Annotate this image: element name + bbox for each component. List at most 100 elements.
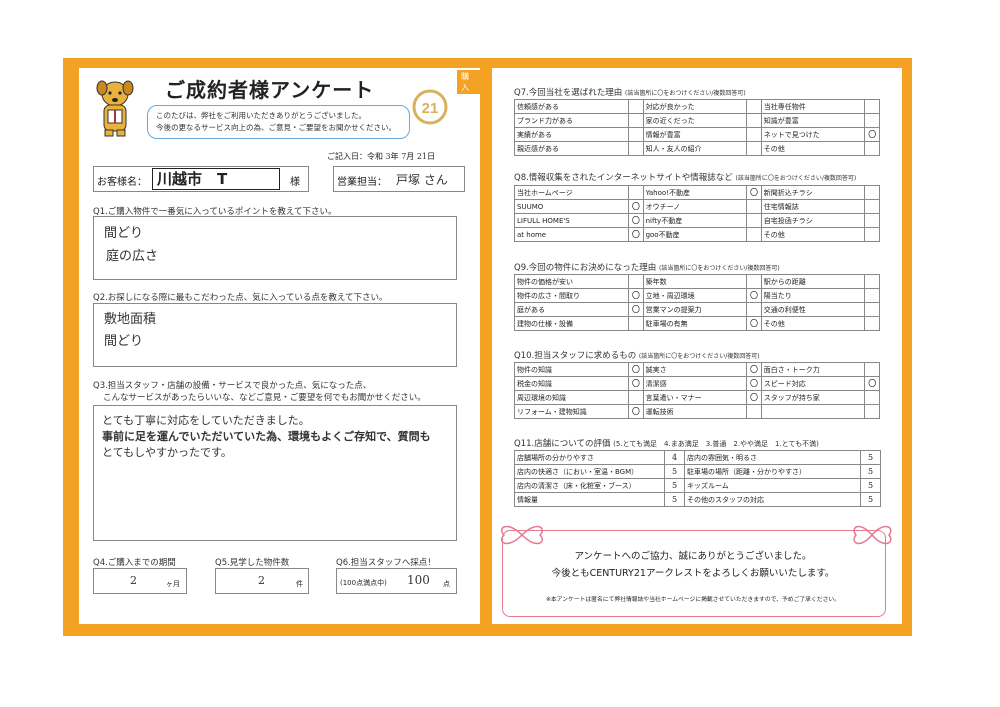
q10-mark: 〇 [628,362,644,377]
q7-option: 情報が豊富 [642,127,748,142]
q9-note: (該当箇所に〇をおつけください/複数回答可) [659,265,780,272]
q7-note: (該当箇所に〇をおつけください/複数回答可) [625,90,746,97]
q6-prefix: (100点満点中) [340,579,387,587]
customer-name-box: お客様名： 川越市 T 様 [93,166,309,192]
q2-answer-1: 敷地面積 [104,312,157,327]
q10-row: 周辺環境の知識 言葉遣い・マナー〇スタッフが持ち家 [513,390,880,405]
q10-option [760,404,866,419]
q9-option: 駐車場の有無 [642,316,748,331]
q7-mark [746,141,762,156]
q8-table: 当社ホームページ Yahoo!不動産〇新聞折込チラシ SUUMO 〇オウチーノ 住宅情報… [513,185,880,242]
q7-mark [864,99,880,114]
q3-answer-3: とてもしやすかったです。 [102,446,232,459]
q9-mark: 〇 [628,288,644,303]
q7-row: 実績がある 情報が豊富 ネットで見つけた〇 [513,127,880,142]
q9-mark [864,316,880,331]
q8-note: (該当箇所に〇をおつけください/複数回答可) [735,175,857,182]
q8-option: Yahoo!不動産 [642,185,748,200]
svg-text:21: 21 [422,100,439,117]
q10-option: スピード対応 [760,376,866,391]
q9-option: 立地・周辺環境 [642,288,748,303]
q1-answer-2: 庭の広さ [106,249,159,264]
q10-row: 物件の知識〇誠実さ〇面白さ・トーク力 [513,362,880,377]
q10-option: リフォーム・建物知識 [513,404,630,419]
q11-score: 5 [860,492,881,507]
q11-item: 店内の清潔さ（床・化粧室・ブース） [514,478,665,493]
q7-option: 信頼感がある [513,99,630,114]
q4-answer-box: 2 ヶ月 [93,568,187,594]
q8-row: at home 〇 goo不動産 その他 [513,227,880,242]
q10-option: スタッフが持ち家 [760,390,866,405]
q9-row: 建物の仕様・設備 駐車場の有無〇その他 [513,316,880,331]
q8-option: 住宅情報誌 [760,199,866,214]
q11-row: 店内の快適さ（におい・室温・BGM） 5 駐車場の場所（距離・分かりやすさ） 5 [514,464,881,479]
q11-score: 5 [664,464,685,479]
q8-mark: 〇 [628,199,644,214]
q11-score: 5 [664,478,685,493]
q8-row: LIFULL HOME'S 〇 nifty不動産 自宅投函チラシ [513,213,880,228]
q11-item: 店舗場所の分かりやすさ [514,450,665,465]
q9-row: 物件の価格が安い 築年数 駅からの距離 [513,274,880,289]
q11-row: 情報量 5 その他のスタッフの対応 5 [514,492,881,507]
q9-row: 物件の広さ・間取り〇立地・周辺環境〇陽当たり [513,288,880,303]
q7-mark [746,113,762,128]
q10-mark: 〇 [746,362,762,377]
q7-option: 対応が良かった [642,99,748,114]
q10-option: 言葉遣い・マナー [642,390,748,405]
q10-option: 誠実さ [642,362,748,377]
q11-scale: (5.とても満足 4.まあ満足 3.普通 2.やや満足 1.とても不満) [613,440,819,448]
q8-row: SUUMO 〇オウチーノ 住宅情報誌 [513,199,880,214]
footnote: ※本アンケートは匿名にて弊社情報誌や当社ホームページに掲載させていただきますので… [546,597,840,603]
q8-mark [864,199,880,214]
staff-label: 営業担当： [337,177,387,188]
left-panel: ご成約者様アンケート 購入 21 このたびは、弊社をご利用いただきありがとうござ… [79,68,480,624]
customer-name: 川越市 T [152,168,280,190]
q10-table: 物件の知識〇誠実さ〇面白さ・トーク力 税金の知識〇清潔感〇スピード対応〇周辺環境の… [513,362,880,419]
q9-row: 庭がある〇営業マンの提案力 交通の利便性 [513,302,880,317]
q9-mark [864,302,880,317]
date-day: 21 [416,152,428,161]
q6-value: 100 [407,573,430,587]
q11-row: 店舗場所の分かりやすさ 4 店内の雰囲気・明るさ 5 [514,450,881,465]
q7-option: その他 [760,141,866,156]
q9-mark [746,274,762,289]
q11-score: 5 [860,478,881,493]
q7-row: 親近感がある 知人・友人の紹介 その他 [513,141,880,156]
q9-option: 物件の広さ・間取り [513,288,630,303]
q11-item: キッズルーム [684,478,861,493]
q7-table: 信頼感がある 対応が良かった 当社専任物件 ブランド力がある 家の近くだった 知識が豊富実… [513,99,880,156]
q10-mark: 〇 [746,376,762,391]
q9-option: 庭がある [513,302,630,317]
q7-mark [628,141,644,156]
q10-title: Q10.担当スタッフに求めるもの [514,351,637,361]
q9-option: その他 [760,316,866,331]
q8-option: nifty不動産 [642,213,748,228]
q8-option: LIFULL HOME'S [513,213,630,228]
q9-option: 交通の利便性 [760,302,866,317]
q10-mark [864,362,880,377]
q9-mark [628,316,644,331]
q9-option: 建物の仕様・設備 [513,316,630,331]
staff-name: 戸塚 さん [396,173,448,187]
q11-row: 店内の清潔さ（床・化粧室・ブース） 5 キッズルーム 5 [514,478,881,493]
q9-option: 営業マンの提案力 [642,302,748,317]
q8-option: at home [513,227,630,242]
q8-mark [746,227,762,242]
q10-option: 税金の知識 [513,376,630,391]
q7-row: ブランド力がある 家の近くだった 知識が豊富 [513,113,880,128]
date-month-unit: 月 [406,152,415,161]
q8-option: 自宅投函チラシ [760,213,866,228]
q2-question: Q2.お探しになる際に最もこだわった点、気に入っている点を教えて下さい。 [93,293,388,303]
q2-answer-box: 敷地面積 間どり [93,303,457,367]
q7-mark [628,127,644,142]
q7-option: 家の近くだった [642,113,748,128]
greeting-bubble: このたびは、弊社をご利用いただきありがとうございました。 今後の更なるサービス向… [147,105,410,139]
customer-label: お客様名： [97,177,147,188]
q5-answer-box: 2 件 [215,568,309,594]
q6-question: Q6.担当スタッフへ採点！ [336,558,436,568]
century21-logo-icon: 21 [412,89,448,125]
q7-mark [864,141,880,156]
q8-option: 新聞折込チラシ [760,185,866,200]
q11-heading: Q11.店舗についての評価 (5.とても満足 4.まあ満足 3.普通 2.やや満… [514,437,819,449]
date-day-unit: 日 [427,152,436,161]
